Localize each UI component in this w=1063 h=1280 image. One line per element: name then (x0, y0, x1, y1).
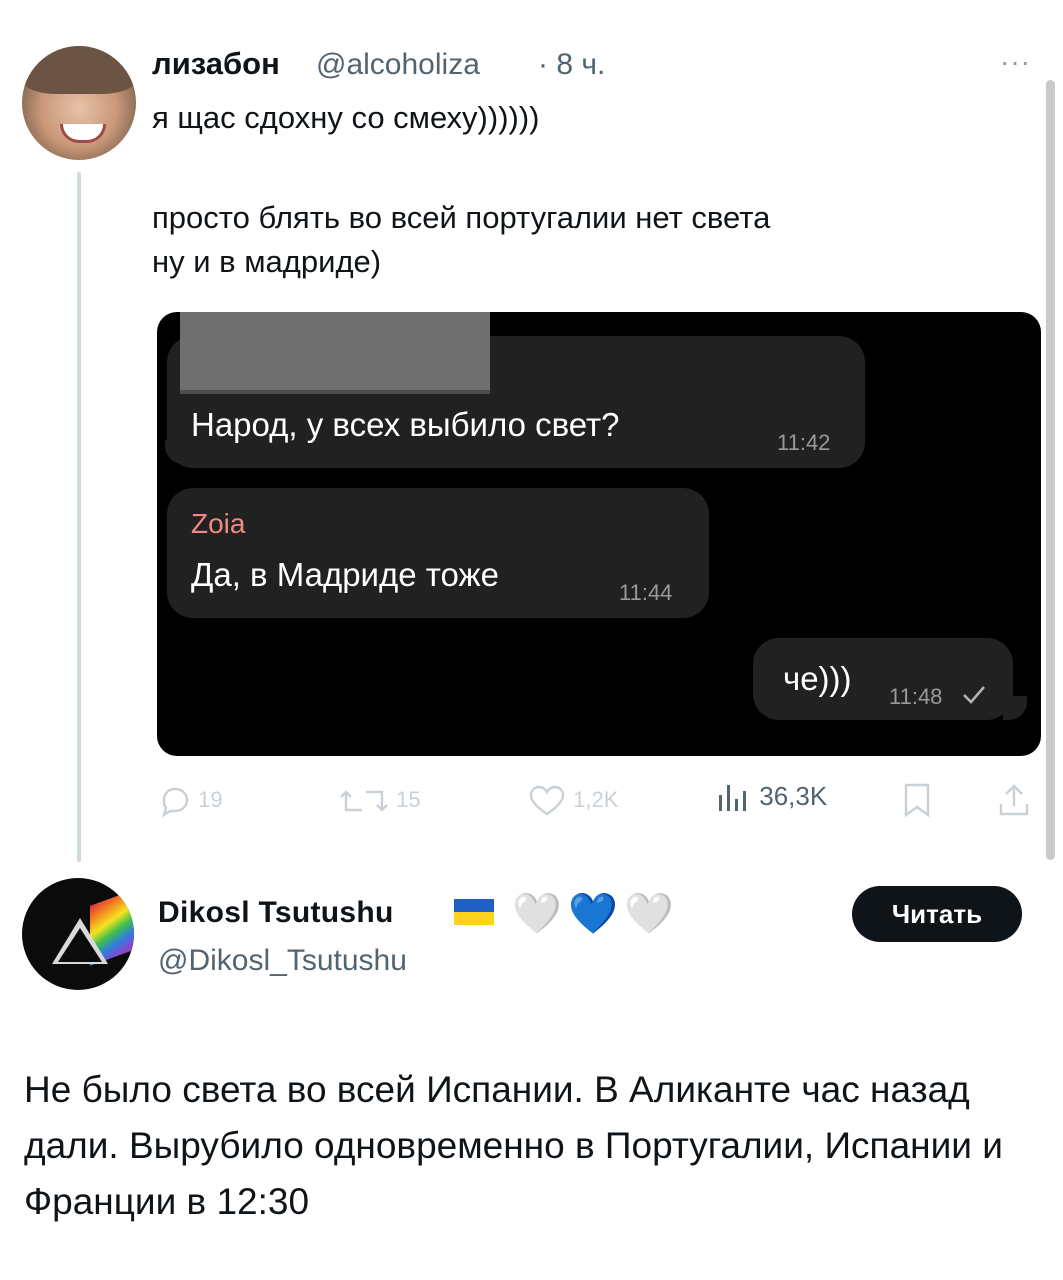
chat-message-2-time: 11:44 (619, 580, 673, 605)
white-heart-icon: 🤍 (624, 892, 674, 936)
reply-button[interactable]: 19 (158, 784, 223, 818)
avatar-prism-inner (58, 928, 102, 962)
chat-message-1-time: 11:42 (777, 430, 831, 455)
bookmark-button[interactable] (902, 782, 932, 818)
tweet1-text-line1: я щас сдохну со смеху)))))) (152, 100, 540, 135)
like-count: 1,2K (573, 786, 619, 812)
avatar-lizabon[interactable] (22, 46, 136, 160)
views-button[interactable]: 36,3K (716, 781, 827, 815)
tweet1-author-name[interactable]: лизабон (152, 46, 280, 82)
heart-icon (529, 785, 565, 816)
avatar-hair (22, 46, 136, 94)
chat-message-1: Народ, у всех выбило свет? (191, 406, 620, 443)
avatar-dikosl[interactable] (22, 878, 134, 990)
scrollbar[interactable] (1046, 80, 1055, 860)
censored-region (180, 312, 490, 394)
retweet-button[interactable]: 15 (338, 784, 421, 818)
tweet1-text-line3: ну и в мадриде) (152, 244, 382, 279)
ukraine-flag-icon (454, 899, 494, 925)
tweet1-timestamp[interactable]: · 8 ч. (538, 48, 605, 82)
white-heart-icon: 🤍 (512, 892, 562, 936)
check-icon (963, 686, 985, 704)
retweet-count: 15 (396, 786, 421, 812)
tweet1-author-handle[interactable]: @alcoholiza (316, 48, 480, 82)
tweet2-author-name[interactable]: Dikosl Tsutushu (158, 896, 394, 930)
avatar-smile (60, 124, 106, 143)
thread-connector-line (77, 172, 81, 862)
follow-button[interactable]: Читать (852, 886, 1022, 942)
like-button[interactable]: 1,2K (527, 784, 618, 818)
reply-icon (161, 787, 189, 818)
more-options-icon[interactable]: ··· (1000, 46, 1031, 78)
share-button[interactable] (996, 782, 1032, 818)
retweet-icon (340, 790, 388, 812)
reply-count: 19 (198, 786, 223, 812)
tweet2-text: Не было света во всей Испании. В Аликант… (24, 1069, 1003, 1222)
chat-message-3-time: 11:48 (889, 684, 943, 709)
views-count: 36,3K (759, 781, 828, 811)
chat-message-3: че))) (783, 660, 852, 697)
share-icon (999, 784, 1029, 816)
chat-bubble-tail (165, 440, 189, 464)
bookmark-icon (904, 783, 930, 818)
tweet1-text-line2: просто блять во всей португалии нет свет… (152, 200, 771, 235)
tweet2-author-handle[interactable]: @Dikosl_Tsutushu (158, 944, 407, 978)
blue-heart-icon: 💙 (568, 892, 618, 936)
analytics-bar-icon (719, 785, 746, 812)
chat-message-2: Да, в Мадриде тоже (191, 556, 499, 593)
chat-sender-name: Zoia (191, 508, 246, 539)
chat-bubble-tail-out (1003, 696, 1027, 720)
